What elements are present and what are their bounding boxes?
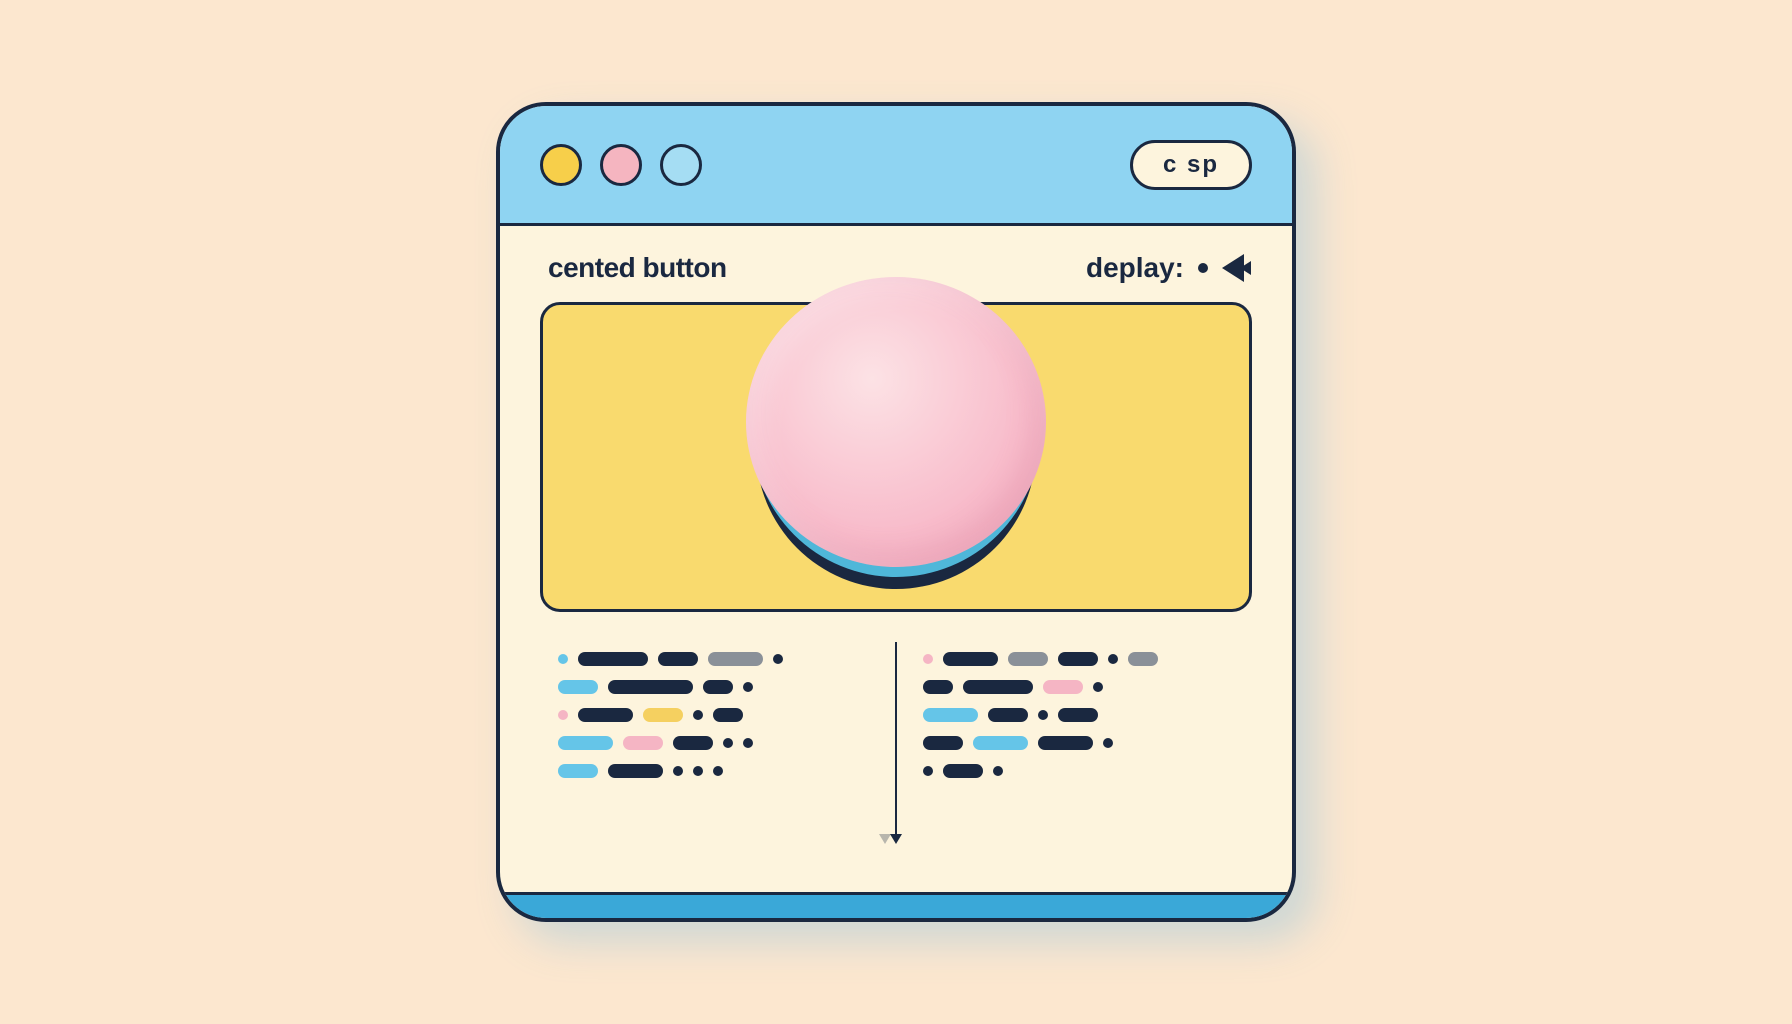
column-divider <box>895 642 897 842</box>
app-window: c sp cented button deplay: <box>496 102 1296 922</box>
code-line <box>923 736 1234 750</box>
code-line <box>558 680 869 694</box>
code-column-right <box>905 642 1252 842</box>
code-area <box>540 642 1252 842</box>
button-face <box>746 277 1046 567</box>
arrow-left-icon <box>1222 254 1244 282</box>
centered-round-button[interactable] <box>746 277 1046 577</box>
traffic-lights <box>540 144 702 186</box>
content-area: cented button deplay: <box>500 226 1292 862</box>
titlebar: c sp <box>500 106 1292 226</box>
close-icon[interactable] <box>540 144 582 186</box>
code-line <box>558 652 869 666</box>
code-line <box>558 708 869 722</box>
code-line <box>558 764 869 778</box>
maximize-icon[interactable] <box>660 144 702 186</box>
code-line <box>923 708 1234 722</box>
code-line <box>923 652 1234 666</box>
code-line <box>923 680 1234 694</box>
window-bottom-edge <box>500 892 1292 918</box>
preview-canvas <box>540 302 1252 612</box>
code-line <box>558 736 869 750</box>
code-line <box>923 764 1234 778</box>
property-label: deplay: <box>1086 252 1244 284</box>
title-label: cented button <box>548 252 727 284</box>
dot-icon <box>1198 263 1208 273</box>
titlebar-pill-button[interactable]: c sp <box>1130 140 1252 190</box>
code-column-left <box>540 642 887 842</box>
minimize-icon[interactable] <box>600 144 642 186</box>
property-text: deplay: <box>1086 252 1184 284</box>
